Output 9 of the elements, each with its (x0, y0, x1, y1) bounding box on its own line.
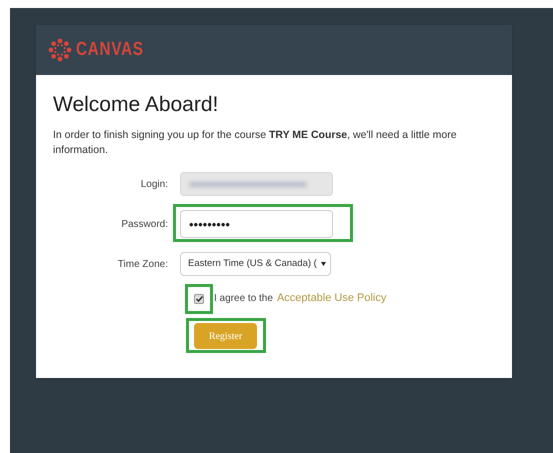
brand-name: CANVAS (76, 38, 144, 62)
password-field[interactable]: ••••••••• (180, 210, 333, 238)
intro-text: In order to finish signing you up for the course TRY ME Course, we'll need a little more information. (53, 128, 458, 158)
field-label: Time Zone: (116, 258, 169, 272)
time-zone-select[interactable]: Eastern Time (US & Canada) ( (180, 252, 331, 276)
field-label: Password: (120, 218, 169, 232)
field-label: Login: (140, 178, 169, 192)
agree-text: I agree to the (214, 292, 273, 306)
page-heading: Welcome Aboard! (53, 92, 220, 118)
